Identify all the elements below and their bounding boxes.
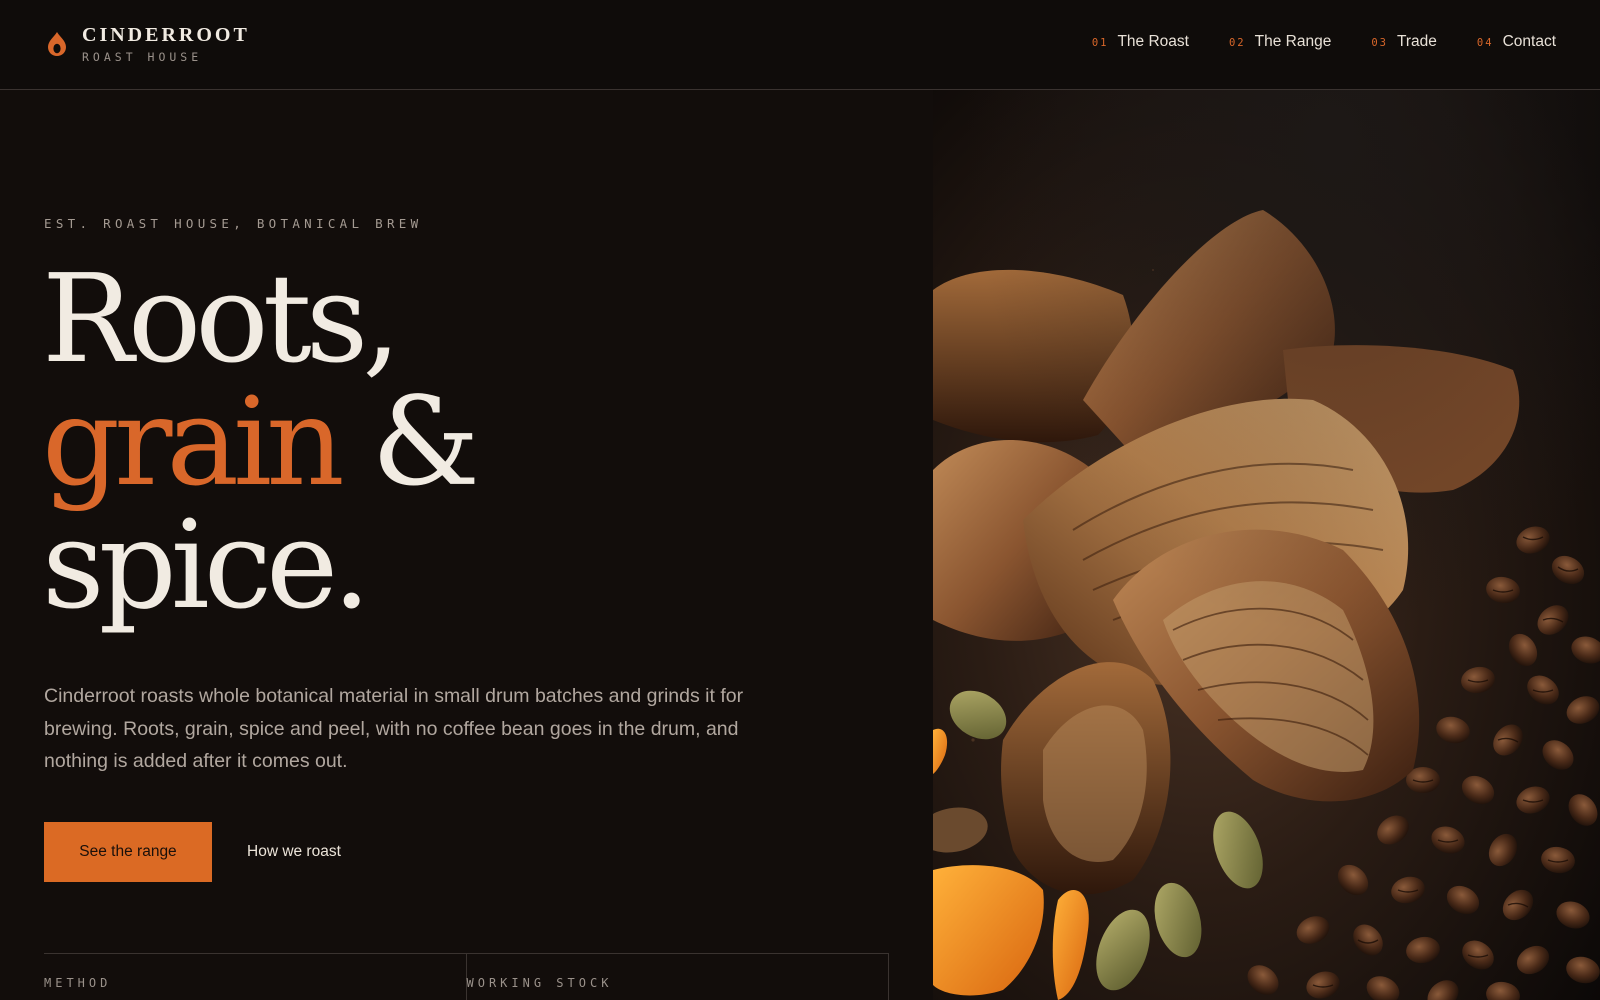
stat-method: METHOD — [44, 954, 466, 1000]
nav-number: 01 — [1091, 37, 1109, 49]
headline-accent-word: grain — [42, 371, 345, 513]
stat-working-stock: WORKING STOCK — [465, 954, 889, 1000]
nav-label: The Range — [1254, 33, 1332, 50]
hero-section: EST. ROAST HOUSE, BOTANICAL BREW Roots, … — [0, 90, 933, 1000]
stat-label: WORKING STOCK — [466, 976, 613, 990]
hero-headline: Roots, grain & spice. — [42, 248, 480, 636]
hero-eyebrow: EST. ROAST HOUSE, BOTANICAL BREW — [44, 216, 423, 231]
headline-line-3: spice. — [42, 494, 371, 636]
flame-icon — [48, 32, 66, 56]
nav-label: The Roast — [1117, 33, 1189, 50]
roasted-roots-image — [933, 90, 1600, 1000]
headline-line-2: grain & — [42, 381, 480, 504]
nav-item-contact[interactable]: 04 Contact — [1477, 33, 1556, 51]
how-we-roast-link[interactable]: How we roast — [247, 832, 341, 872]
see-the-range-button[interactable]: See the range — [44, 822, 212, 882]
site-header: CINDERROOT ROAST HOUSE 01 The Roast 02 T… — [0, 0, 1600, 90]
nav-number: 03 — [1371, 37, 1388, 49]
nav-item-trade[interactable]: 03 Trade — [1371, 33, 1437, 51]
hero-image — [933, 90, 1600, 1000]
nav-number: 04 — [1476, 37, 1494, 49]
brand-subtitle: ROAST HOUSE — [82, 50, 203, 64]
brand-logo[interactable]: CINDERROOT ROAST HOUSE — [46, 24, 250, 64]
stats-row: METHOD WORKING STOCK — [44, 953, 889, 1000]
headline-ampersand: & — [371, 371, 481, 513]
nav-label: Contact — [1502, 33, 1556, 50]
nav-item-the-range[interactable]: 02 The Range — [1229, 33, 1331, 51]
main-nav: 01 The Roast 02 The Range 03 Trade 04 Co… — [1092, 33, 1556, 51]
hero-lead: Cinderroot roasts whole botanical materi… — [44, 685, 744, 772]
headline-line-1: Roots, — [42, 248, 401, 390]
nav-item-the-roast[interactable]: 01 The Roast — [1092, 33, 1189, 51]
brand-name: CINDERROOT — [82, 24, 250, 46]
nav-number: 02 — [1228, 37, 1246, 49]
nav-label: Trade — [1397, 33, 1437, 50]
stat-label: METHOD — [44, 976, 112, 990]
